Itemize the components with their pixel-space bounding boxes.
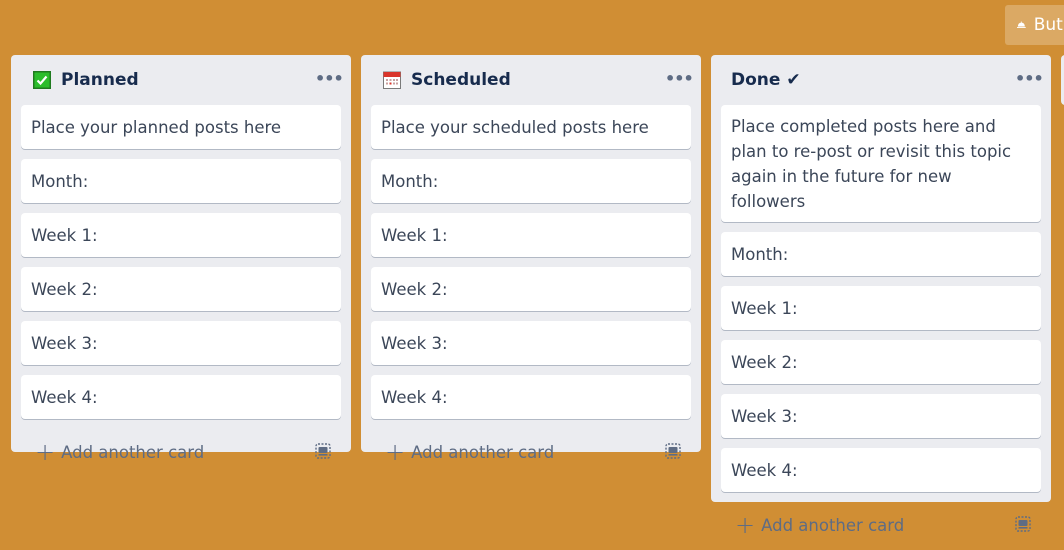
card[interactable]: Week 4: — [371, 375, 691, 419]
plus-icon: + — [385, 438, 406, 466]
card-title: Week 3: — [731, 407, 798, 426]
list-title-text: Done ✔ — [731, 70, 801, 90]
card-title: Week 1: — [731, 299, 798, 318]
add-card-label: Add another card — [411, 442, 555, 462]
card-title: Month: — [731, 245, 789, 264]
card-title: Week 4: — [381, 388, 448, 407]
add-card-button[interactable]: + Add another card — [21, 427, 341, 477]
card-title: Week 3: — [31, 334, 98, 353]
list-title[interactable]: Scheduled — [383, 70, 511, 90]
add-card-label: Add another card — [61, 442, 205, 462]
card-title: Place your scheduled posts here — [381, 118, 649, 137]
list-header: Scheduled ••• — [371, 55, 694, 105]
list-planned: Planned ••• Place your planned posts her… — [11, 55, 351, 464]
more-horizontal-icon[interactable]: ••• — [315, 69, 344, 89]
card-template-icon[interactable] — [665, 443, 681, 459]
card-title: Week 1: — [381, 226, 448, 245]
card-title: Month: — [381, 172, 439, 191]
card-title: Place completed posts here and plan to r… — [731, 117, 1012, 211]
card-title: Week 3: — [381, 334, 448, 353]
more-horizontal-icon[interactable]: ••• — [665, 69, 694, 89]
card-title: Week 2: — [31, 280, 98, 299]
card[interactable]: Week 4: — [21, 375, 341, 419]
card[interactable]: Week 3: — [371, 321, 691, 365]
card-title: Month: — [31, 172, 89, 191]
card[interactable]: Place completed posts here and plan to r… — [721, 105, 1041, 222]
card[interactable]: Week 3: — [21, 321, 341, 365]
list-done: Done ✔ ••• Place completed posts here an… — [711, 55, 1051, 537]
card[interactable]: Week 2: — [21, 267, 341, 311]
board: Butler Planned ••• Place your planned po… — [0, 0, 1064, 540]
add-card-button[interactable]: + Add another card — [371, 427, 691, 477]
butler-button[interactable]: Butler — [1005, 5, 1064, 45]
card-title: Place your planned posts here — [31, 118, 282, 137]
card-template-icon[interactable] — [1015, 516, 1031, 532]
card-title: Week 4: — [731, 461, 798, 480]
bell-icon — [1017, 21, 1026, 28]
list-header: Planned ••• — [21, 55, 344, 105]
card[interactable]: Week 3: — [721, 394, 1041, 438]
butler-button-label: Butler — [1033, 15, 1064, 35]
card[interactable]: Week 2: — [371, 267, 691, 311]
add-card-label: Add another card — [761, 515, 905, 535]
card[interactable]: Week 4: — [721, 448, 1041, 492]
more-horizontal-icon[interactable]: ••• — [1015, 69, 1044, 89]
card[interactable]: Month: — [371, 159, 691, 203]
list-title-text: Planned — [61, 70, 139, 90]
card[interactable]: Week 1: — [721, 286, 1041, 330]
green-checkbox-icon — [33, 71, 51, 89]
card-title: Week 2: — [381, 280, 448, 299]
card[interactable]: Month: — [21, 159, 341, 203]
plus-icon: + — [35, 438, 56, 466]
calendar-icon — [383, 71, 401, 89]
card-template-icon[interactable] — [315, 443, 331, 459]
list-title[interactable]: Planned — [33, 70, 139, 90]
plus-icon: + — [735, 511, 756, 539]
list-title-text: Scheduled — [411, 70, 511, 90]
list-header: Done ✔ ••• — [721, 55, 1044, 105]
card-title: Week 2: — [731, 353, 798, 372]
card[interactable]: Place your scheduled posts here — [371, 105, 691, 149]
card[interactable]: Week 1: — [371, 213, 691, 257]
list-scheduled: Scheduled ••• Place your scheduled posts… — [361, 55, 701, 464]
card[interactable]: Place your planned posts here — [21, 105, 341, 149]
card[interactable]: Week 1: — [21, 213, 341, 257]
add-card-button[interactable]: + Add another card — [721, 500, 1041, 550]
card[interactable]: Week 2: — [721, 340, 1041, 384]
card-title: Week 1: — [31, 226, 98, 245]
list-title[interactable]: Done ✔ — [731, 70, 801, 90]
card-title: Week 4: — [31, 388, 98, 407]
card[interactable]: Month: — [721, 232, 1041, 276]
